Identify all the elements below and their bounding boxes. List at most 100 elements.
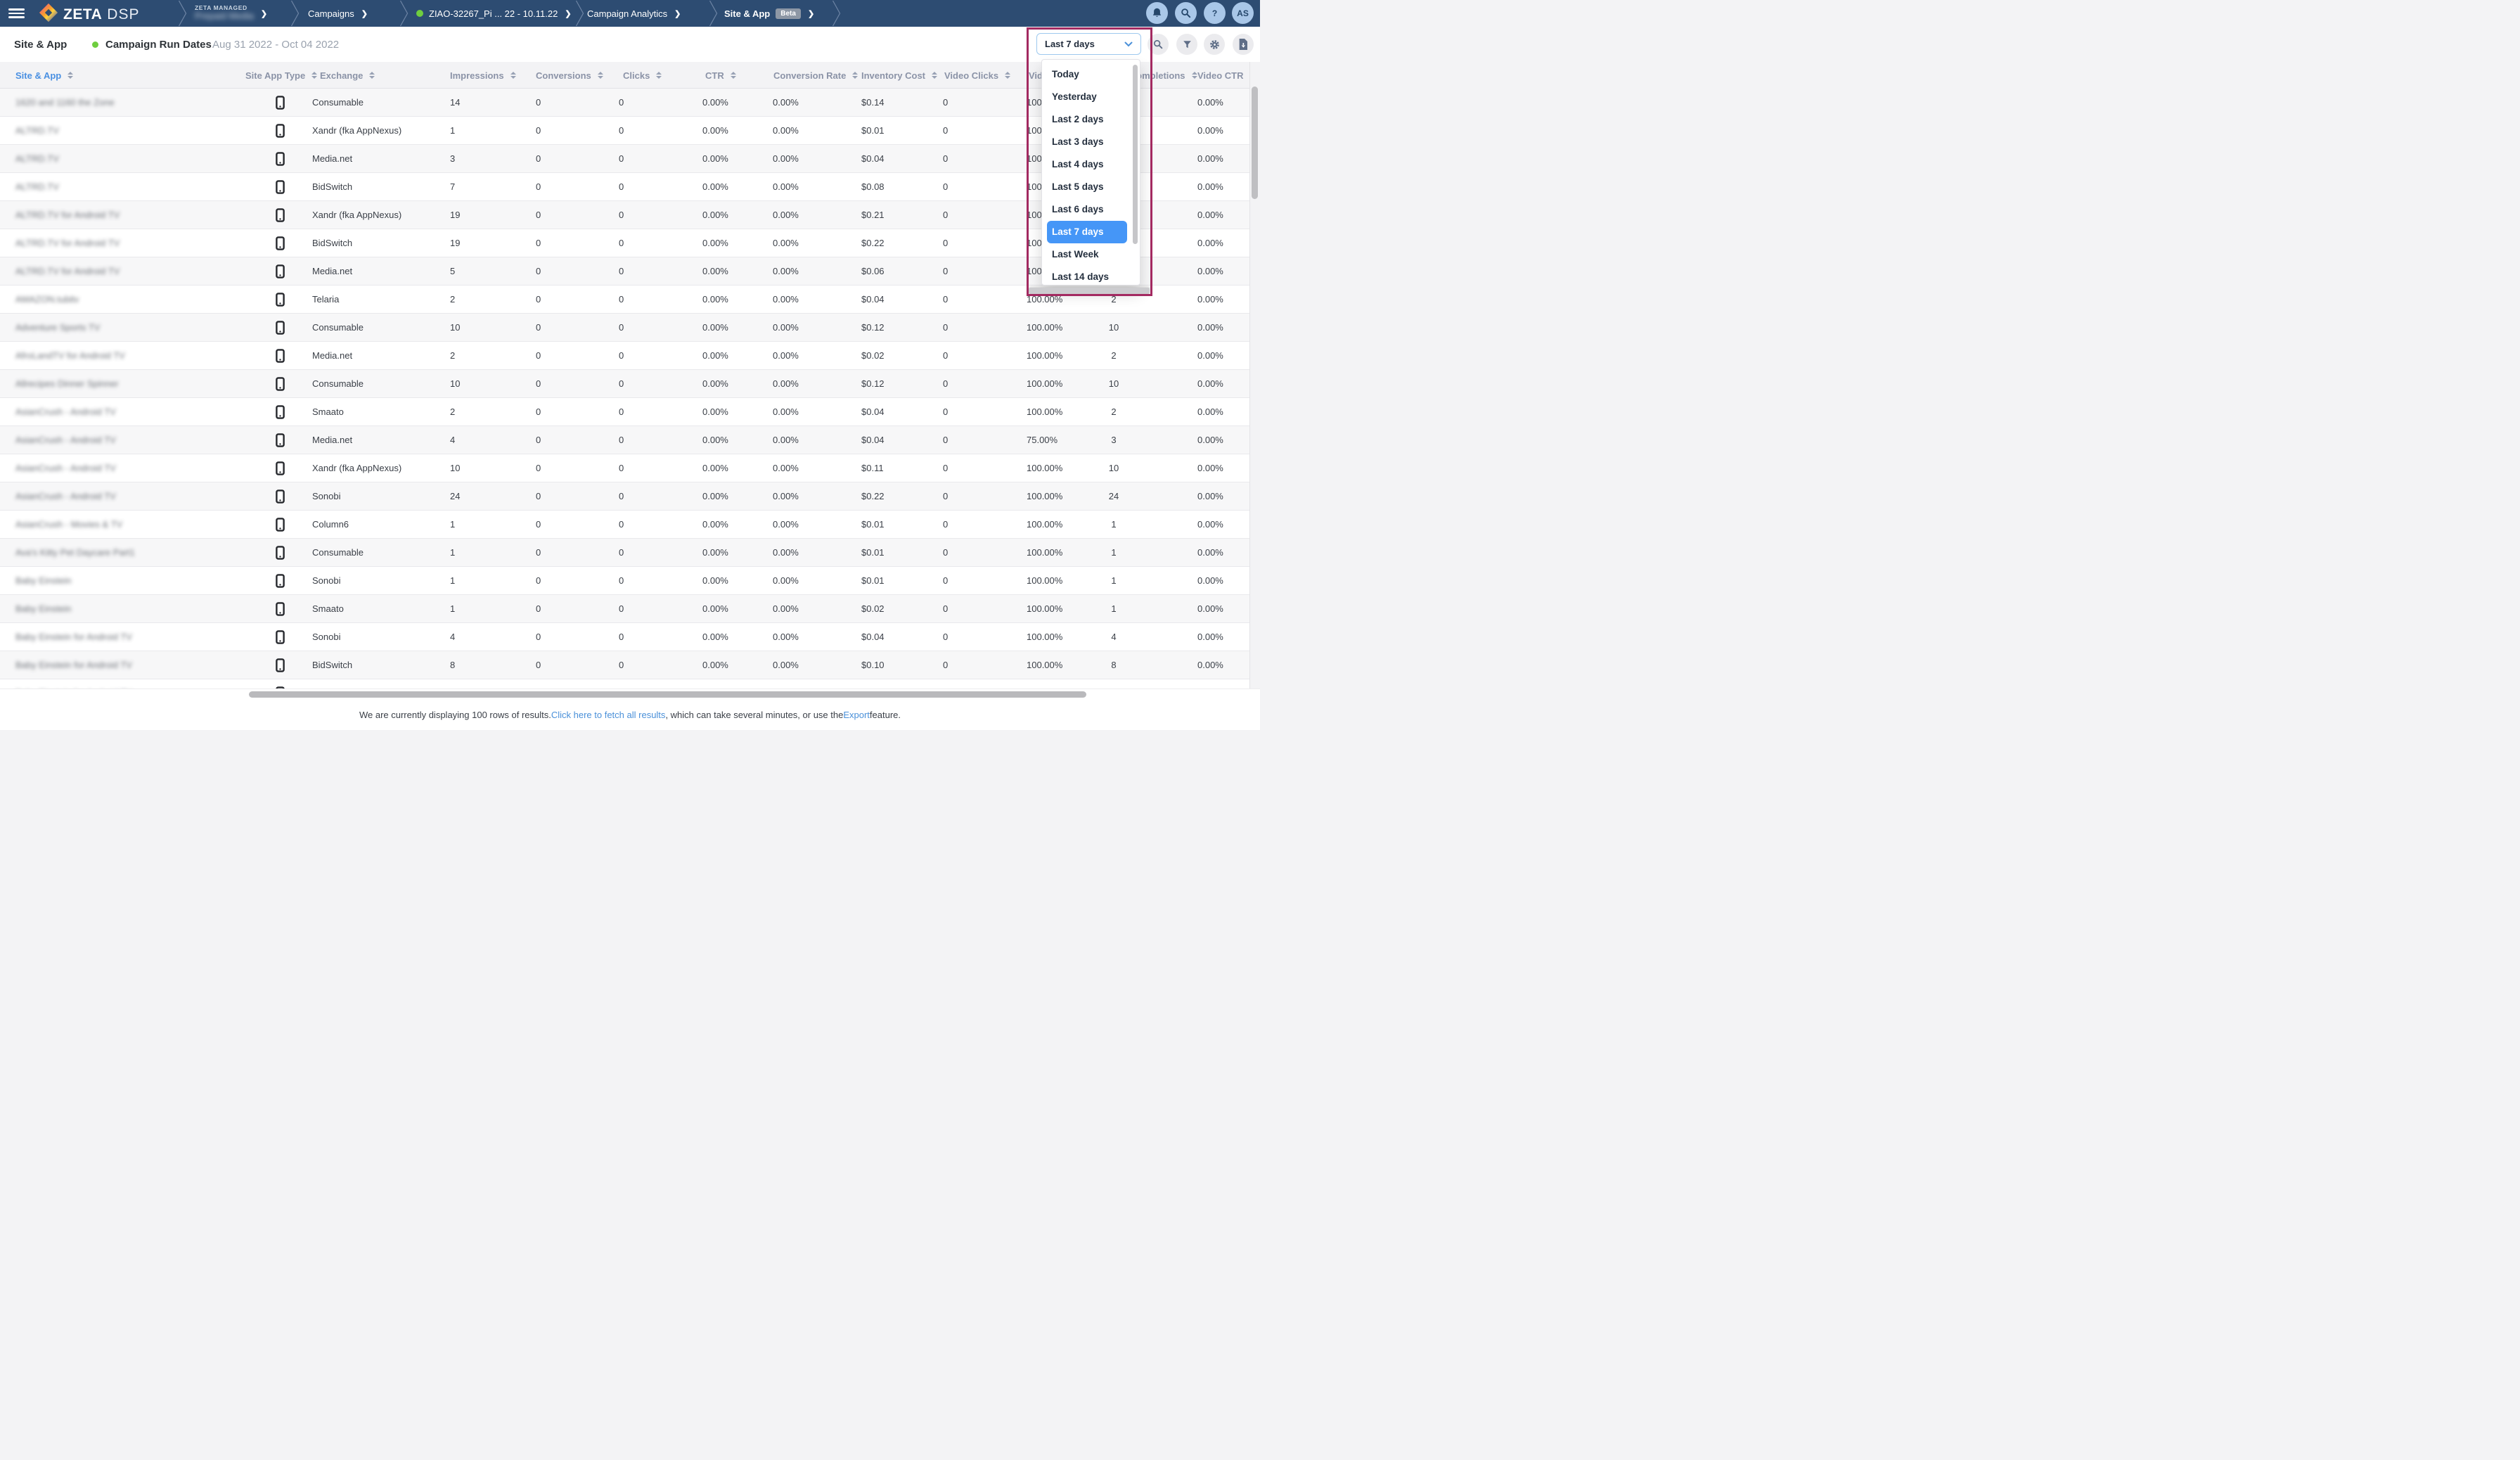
table-cell: 0 bbox=[943, 89, 948, 117]
table-cell: Baby Einstein bbox=[15, 595, 72, 623]
avatar[interactable]: AS bbox=[1232, 2, 1254, 24]
dropdown-option-last-4-days[interactable]: Last 4 days bbox=[1042, 153, 1130, 176]
sort-arrows-icon bbox=[656, 72, 662, 79]
column-header-vctr[interactable]: Video CTR bbox=[1197, 62, 1256, 89]
dropdown-option-last-3-days[interactable]: Last 3 days bbox=[1042, 131, 1130, 153]
dropdown-option-last-7-days[interactable]: Last 7 days bbox=[1047, 221, 1127, 243]
dropdown-option-last-6-days[interactable]: Last 6 days bbox=[1042, 198, 1130, 221]
brand-zeta: ZETA bbox=[63, 6, 102, 23]
table-cell: 0.00% bbox=[702, 117, 728, 145]
dropdown-bottom-scrollbar[interactable] bbox=[1029, 288, 1150, 294]
breadcrumb-site-app[interactable]: Site & AppBeta❯ bbox=[724, 0, 814, 27]
export-link[interactable]: Export bbox=[843, 710, 870, 720]
sort-arrows-icon bbox=[852, 72, 858, 79]
column-header-conv_rate[interactable]: Conversion Rate bbox=[773, 62, 858, 89]
table-cell: 0 bbox=[943, 539, 948, 567]
table-cell: 0.00% bbox=[1197, 651, 1223, 679]
table-cell: 0 bbox=[536, 342, 541, 370]
fetch-all-results-link[interactable]: Click here to fetch all results bbox=[551, 710, 666, 720]
table-cell: 0 bbox=[943, 201, 948, 229]
table-cell: 0 bbox=[943, 229, 948, 257]
table-cell: $0.04 bbox=[861, 623, 885, 651]
table-cell: 1 bbox=[450, 539, 455, 567]
column-header-exchange[interactable]: Exchange bbox=[320, 62, 375, 89]
column-label: Conversion Rate bbox=[773, 70, 846, 81]
table-row: Ava's Kitty Pet Daycare Part1Consumable1… bbox=[0, 539, 1249, 567]
column-label: Inventory Cost bbox=[861, 70, 925, 81]
table-cell: $0.02 bbox=[861, 342, 885, 370]
table-cell: BidSwitch bbox=[312, 173, 352, 201]
column-header-conversions[interactable]: Conversions bbox=[536, 62, 603, 89]
column-header-site[interactable]: Site & App bbox=[15, 62, 73, 89]
help-icon[interactable]: ? bbox=[1204, 2, 1226, 24]
sort-arrows-icon bbox=[731, 72, 736, 79]
column-header-clicks[interactable]: Clicks bbox=[623, 62, 662, 89]
breadcrumb-ziao-32267-pi-22-10-11-2[interactable]: ZIAO-32267_Pi ... 22 - 10.11.22❯ bbox=[416, 0, 572, 27]
notifications-bell-icon[interactable] bbox=[1146, 2, 1168, 24]
export-document-icon[interactable] bbox=[1233, 34, 1254, 55]
horizontal-scrollbar-thumb[interactable] bbox=[249, 691, 1086, 698]
table-cell: 0 bbox=[943, 482, 948, 511]
table-row: AsianCrush - Android TVSonobi24000.00%0.… bbox=[0, 482, 1249, 511]
table-cell: 0 bbox=[619, 370, 624, 398]
sort-arrows-icon bbox=[1005, 72, 1010, 79]
column-label: Site App Type bbox=[245, 70, 305, 81]
table-cell: 10 bbox=[450, 314, 460, 342]
table-cell: 100.00% bbox=[1027, 482, 1062, 511]
settings-gear-icon[interactable] bbox=[1204, 34, 1225, 55]
hamburger-menu-icon[interactable] bbox=[8, 8, 25, 18]
table-cell: 0 bbox=[536, 511, 541, 539]
column-header-inv_cost[interactable]: Inventory Cost bbox=[861, 62, 937, 89]
footer-text-mid: , which can take several minutes, or use… bbox=[665, 710, 843, 720]
table-cell: 0 bbox=[536, 454, 541, 482]
run-dates-value: Aug 31 2022 - Oct 04 2022 bbox=[212, 39, 339, 51]
dropdown-option-last-14-days[interactable]: Last 14 days bbox=[1042, 266, 1130, 288]
table-cell: 0.00% bbox=[773, 370, 799, 398]
table-cell: Allrecipes Dinner Spinner bbox=[15, 370, 119, 398]
table-cell: Sonobi bbox=[312, 623, 340, 651]
breadcrumb-separator bbox=[832, 0, 842, 27]
column-header-impressions[interactable]: Impressions bbox=[450, 62, 516, 89]
table-cell: AMAZON.tubitv bbox=[15, 286, 79, 314]
table-cell: 0.00% bbox=[773, 398, 799, 426]
table-cell: 0 bbox=[619, 286, 624, 314]
global-search-icon[interactable] bbox=[1175, 2, 1197, 24]
dropdown-option-last-5-days[interactable]: Last 5 days bbox=[1042, 176, 1130, 198]
dropdown-option-yesterday[interactable]: Yesterday bbox=[1042, 86, 1130, 108]
table-cell: AsianCrush - Android TV bbox=[15, 426, 116, 454]
dropdown-option-today[interactable]: Today bbox=[1042, 63, 1130, 86]
breadcrumb-campaigns[interactable]: Campaigns❯ bbox=[308, 0, 368, 27]
date-range-select[interactable]: Last 7 days bbox=[1036, 33, 1141, 55]
table-cell: 100.00% bbox=[1027, 539, 1062, 567]
table-cell: 0 bbox=[943, 679, 948, 689]
table-cell: 0 bbox=[943, 314, 948, 342]
vertical-scrollbar-thumb[interactable] bbox=[1252, 87, 1258, 199]
table-cell: 19 bbox=[450, 201, 460, 229]
column-header-ctr[interactable]: CTR bbox=[705, 62, 736, 89]
table-row: Adventure Sports TVConsumable10000.00%0.… bbox=[0, 314, 1249, 342]
chevron-right-icon: ❯ bbox=[361, 9, 368, 18]
table-cell: 0.00% bbox=[702, 342, 728, 370]
breadcrumb-prepaid-media[interactable]: ZETA MANAGEDPrepaid Media❯ bbox=[195, 0, 267, 27]
table-cell: $0.12 bbox=[861, 314, 885, 342]
table-cell: 100.00% bbox=[1027, 567, 1062, 595]
table-cell: 0 bbox=[619, 201, 624, 229]
dropdown-option-last-2-days[interactable]: Last 2 days bbox=[1042, 108, 1130, 131]
filter-funnel-icon[interactable] bbox=[1176, 34, 1197, 55]
column-header-type[interactable]: Site App Type bbox=[245, 62, 317, 89]
table-cell: 0 bbox=[536, 117, 541, 145]
table-cell: 0.00% bbox=[773, 623, 799, 651]
table-cell: Smaato bbox=[312, 398, 344, 426]
table-cell: 0 bbox=[536, 145, 541, 173]
dropdown-option-last-week[interactable]: Last Week bbox=[1042, 243, 1130, 266]
dropdown-scrollbar-thumb[interactable] bbox=[1133, 65, 1138, 244]
zeta-dsp-app: ZETA DSP ZETA MANAGEDPrepaid Media❯Campa… bbox=[0, 0, 1260, 730]
table-cell: 0.00% bbox=[702, 595, 728, 623]
table-cell: Consumable bbox=[312, 89, 364, 117]
breadcrumb-campaign-analytics[interactable]: Campaign Analytics❯ bbox=[587, 0, 681, 27]
table-cell: Media.net bbox=[312, 257, 352, 286]
column-header-video_clicks[interactable]: Video Clicks bbox=[944, 62, 1010, 89]
table-search-icon[interactable] bbox=[1148, 34, 1169, 55]
sort-arrows-icon bbox=[598, 72, 603, 79]
table-cell: ALTRD.TV bbox=[15, 173, 59, 201]
